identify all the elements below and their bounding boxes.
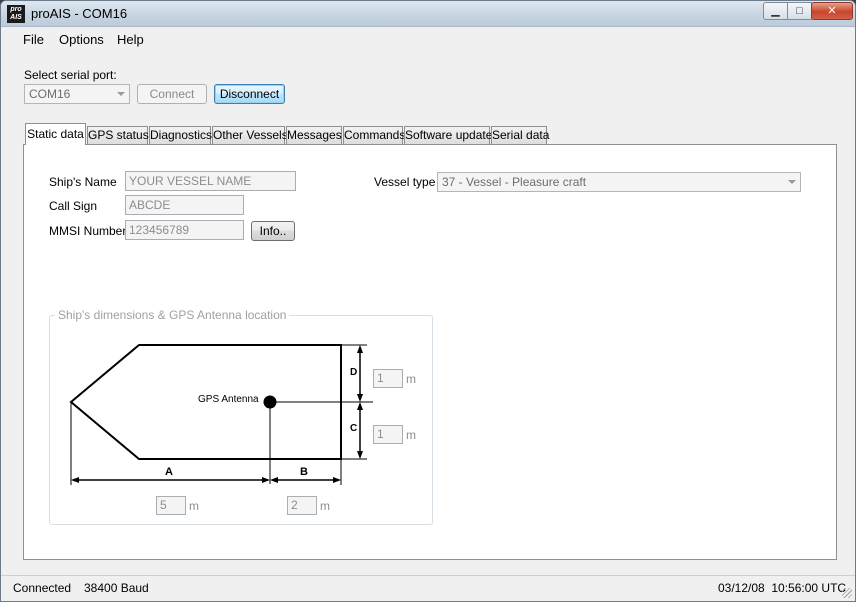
gps-antenna-dot: [263, 395, 277, 409]
arrow-down-icon: [357, 394, 363, 402]
dimension-c-unit: m: [406, 428, 416, 442]
resize-grip-icon[interactable]: [842, 588, 852, 598]
dimension-a-field[interactable]: 5: [156, 496, 186, 515]
dimension-d-unit: m: [406, 372, 416, 386]
dimension-a-label: A: [165, 466, 173, 478]
connection-status: Connected: [13, 581, 72, 595]
datetime-status: 03/12/08 10:56:00 UTC: [718, 581, 847, 595]
arrow-left-icon: [270, 477, 278, 483]
arrow-right-icon: [333, 477, 341, 483]
ship-diagram: [69, 344, 373, 485]
dimension-b-unit: m: [320, 499, 330, 513]
dimension-b-label: B: [300, 466, 308, 478]
dimension-b-field[interactable]: 2: [287, 496, 317, 515]
dimension-a-unit: m: [189, 499, 199, 513]
arrow-left-icon: [71, 477, 79, 483]
status-bar: Connected 38400 Baud 03/12/08 10:56:00 U…: [1, 575, 855, 601]
arrow-up-icon: [357, 345, 363, 353]
arrow-up-icon: [357, 402, 363, 410]
app-window: pro AIS proAIS - COM16 ▁ □ ✕ File Option…: [0, 0, 856, 602]
arrow-down-icon: [357, 451, 363, 459]
dimension-d-label: D: [350, 367, 358, 378]
dimension-d-field[interactable]: 1: [373, 369, 403, 388]
dimension-c-label: C: [350, 423, 358, 434]
dimension-c-field[interactable]: 1: [373, 425, 403, 444]
gps-antenna-label: GPS Antenna: [198, 394, 259, 405]
baud-rate-status: 38400 Baud: [84, 581, 149, 595]
arrow-right-icon: [262, 477, 270, 483]
tab-static-data[interactable]: Static data: [25, 123, 86, 145]
